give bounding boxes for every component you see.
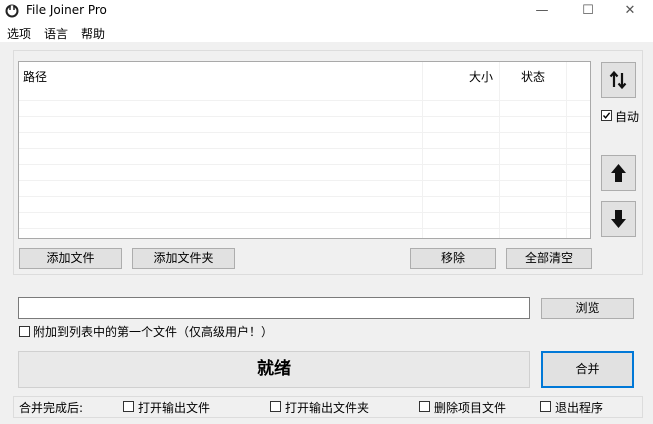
maximize-button[interactable]: ☐ — [565, 0, 611, 22]
append-to-first-label: 附加到列表中的第一个文件（仅高级用户！） — [33, 325, 274, 339]
clear-all-button[interactable]: 全部清空 — [506, 248, 592, 269]
move-up-button[interactable] — [601, 155, 636, 191]
window-title: File Joiner Pro — [26, 3, 107, 17]
open-output-file-checkbox[interactable] — [123, 401, 134, 412]
checkmark-icon — [602, 112, 611, 119]
minimize-button[interactable]: — — [519, 0, 565, 22]
menu-help[interactable]: 帮助 — [81, 25, 105, 42]
move-down-button[interactable] — [601, 201, 636, 237]
open-output-folder-label: 打开输出文件夹 — [285, 401, 370, 415]
open-output-file-label: 打开输出文件 — [138, 401, 211, 415]
add-file-button[interactable]: 添加文件 — [19, 248, 122, 269]
column-header-size[interactable]: 大小 — [469, 68, 493, 85]
arrow-down-icon — [611, 210, 626, 228]
sort-icon — [609, 70, 627, 90]
after-merge-label: 合并完成后: — [19, 401, 84, 415]
menu-options[interactable]: 选项 — [7, 25, 31, 42]
close-button[interactable]: ✕ — [607, 0, 653, 22]
row-gridline — [19, 212, 590, 213]
remove-button[interactable]: 移除 — [410, 248, 496, 269]
sort-button[interactable] — [601, 62, 636, 98]
row-gridline — [19, 100, 590, 101]
column-header-path[interactable]: 路径 — [23, 68, 47, 85]
column-header-status[interactable]: 状态 — [521, 68, 545, 85]
arrow-up-icon — [611, 164, 626, 182]
row-gridline — [19, 196, 590, 197]
output-path-input[interactable] — [18, 297, 530, 319]
file-list[interactable]: 路径 大小 状态 — [18, 61, 591, 239]
add-folder-button[interactable]: 添加文件夹 — [132, 248, 235, 269]
row-gridline — [19, 164, 590, 165]
row-gridline — [19, 180, 590, 181]
row-gridline — [19, 116, 590, 117]
row-gridline — [19, 228, 590, 229]
menu-language[interactable]: 语言 — [44, 25, 68, 42]
exit-program-checkbox[interactable] — [540, 401, 551, 412]
row-gridline — [19, 132, 590, 133]
open-output-folder-checkbox[interactable] — [270, 401, 281, 412]
row-gridline — [19, 148, 590, 149]
exit-program-label: 退出程序 — [555, 401, 604, 415]
app-icon — [5, 4, 19, 18]
append-to-first-checkbox[interactable] — [19, 326, 30, 337]
auto-label: 自动 — [615, 110, 640, 124]
browse-button[interactable]: 浏览 — [541, 298, 634, 319]
delete-project-files-label: 删除项目文件 — [434, 401, 507, 415]
auto-checkbox[interactable] — [601, 110, 612, 121]
status-display: 就绪 — [18, 351, 530, 388]
merge-button[interactable]: 合并 — [541, 351, 634, 388]
delete-project-files-checkbox[interactable] — [419, 401, 430, 412]
